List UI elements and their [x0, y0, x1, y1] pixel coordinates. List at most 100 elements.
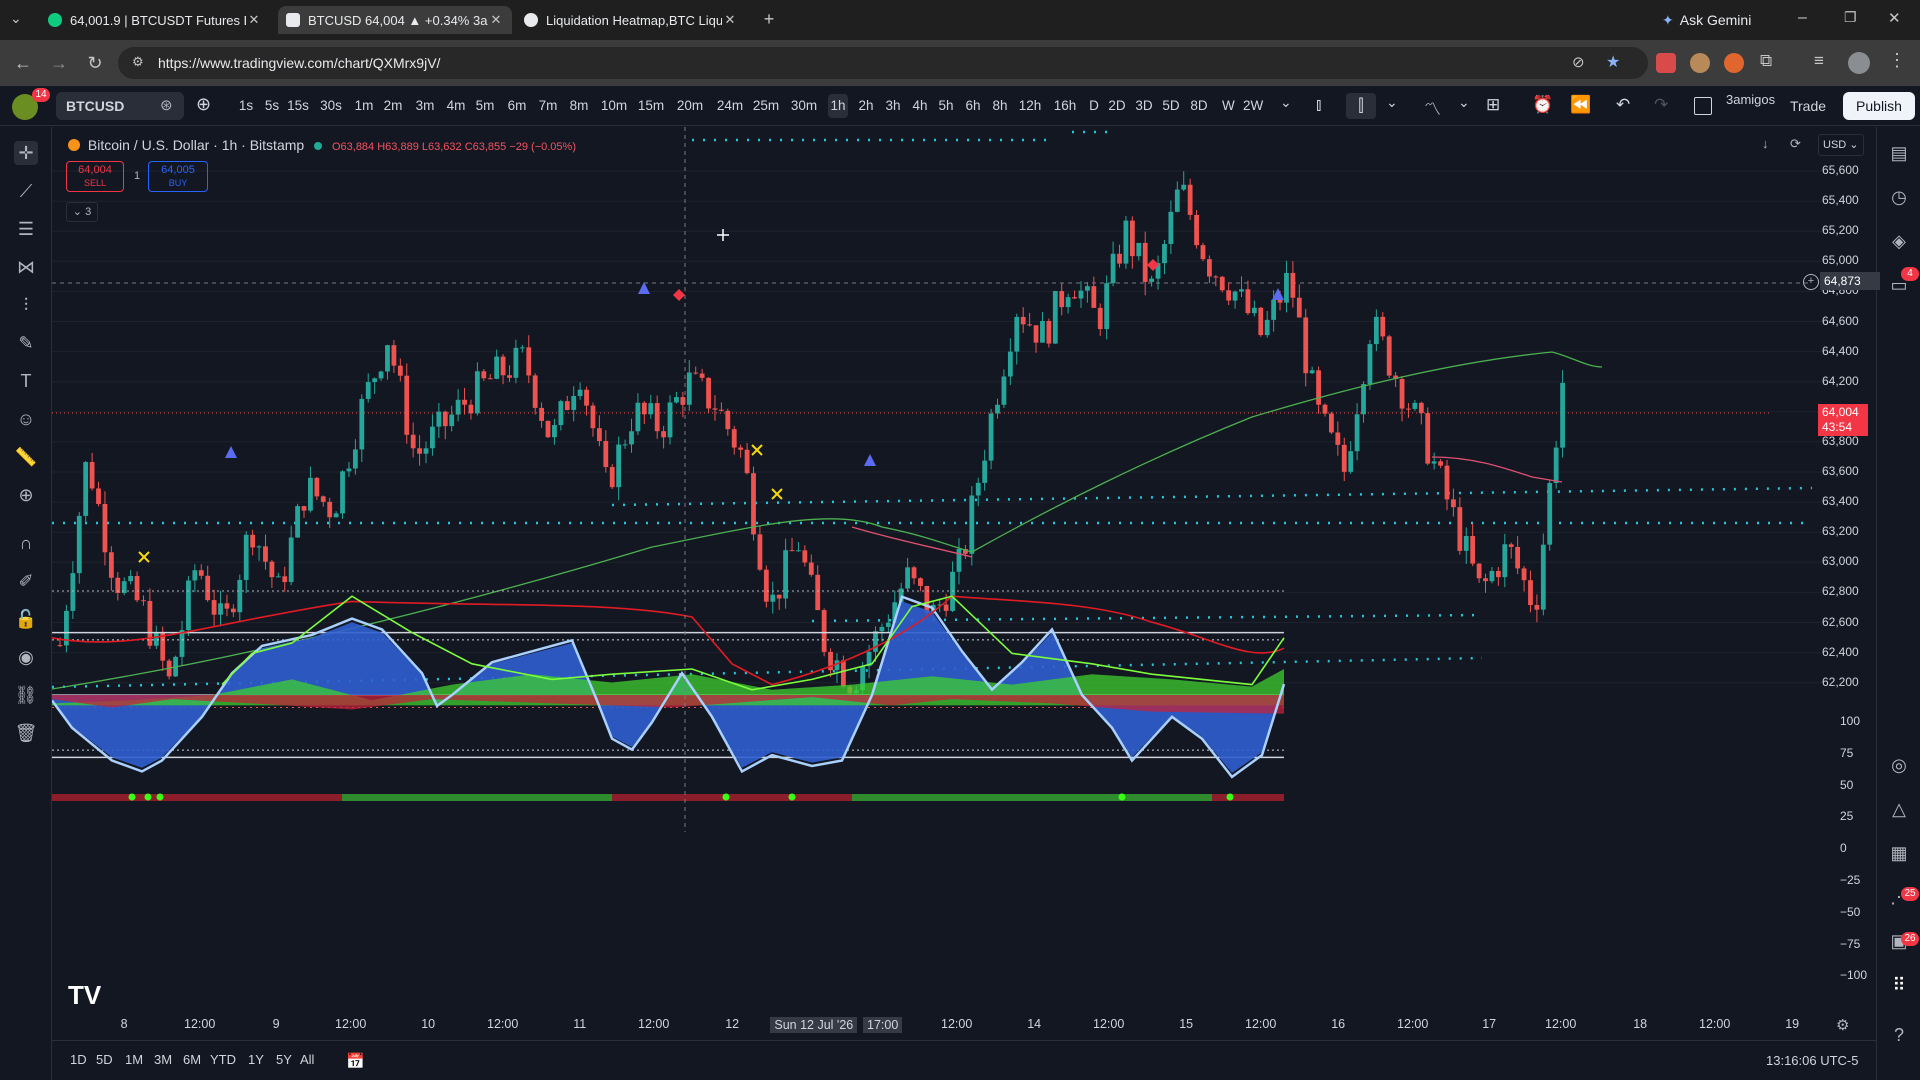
range-1m[interactable]: 1M [125, 1052, 143, 1067]
profile-avatar[interactable] [1848, 52, 1870, 74]
text-icon[interactable]: T [14, 369, 38, 393]
chart-canvas[interactable] [52, 127, 1876, 1040]
timeframe-5s[interactable]: 5s [262, 94, 282, 118]
pattern-icon[interactable]: ⋈ [14, 255, 38, 279]
tab-search-chevron-icon[interactable]: ⌄ [10, 10, 22, 27]
browser-tab-1[interactable]: 64,001.9 | BTCUSDT Futures Exch ✕ [40, 6, 270, 34]
extension-icon[interactable] [1690, 53, 1710, 73]
timeframe-6m[interactable]: 6m [507, 94, 527, 118]
extension-icon[interactable] [1656, 53, 1676, 73]
timeframe-1h[interactable]: 1h [828, 94, 848, 118]
bar-style-icon[interactable]: ⫾ [1316, 95, 1321, 115]
extension-icon[interactable] [1724, 53, 1744, 73]
undo-icon[interactable]: ↶ [1616, 95, 1630, 115]
currency-selector[interactable]: USD ⌄ [1818, 134, 1864, 156]
trash-icon[interactable]: 🗑 [14, 721, 38, 745]
reload-icon[interactable]: ↻ [84, 52, 106, 74]
timeframe-1m[interactable]: 1m [354, 94, 374, 118]
legend-title[interactable]: Bitcoin / U.S. Dollar · 1h · Bitstamp [88, 137, 304, 153]
link-icon[interactable]: ⛓ [14, 683, 38, 707]
timeframe-4h[interactable]: 4h [910, 94, 930, 118]
timeframe-3D[interactable]: 3D [1134, 94, 1154, 118]
timezone-clock[interactable]: 13:16:06 UTC-5 [1766, 1053, 1859, 1068]
indicators-icon[interactable]: 〽 [1424, 95, 1441, 120]
timeframe-6h[interactable]: 6h [963, 94, 983, 118]
timeframe-2D[interactable]: 2D [1107, 94, 1127, 118]
publish-button[interactable]: Publish [1843, 92, 1915, 120]
zoom-icon[interactable]: ⊕ [14, 483, 38, 507]
ruler-icon[interactable]: 📏 [14, 445, 38, 469]
back-arrow-icon[interactable]: ← [12, 52, 34, 74]
timeframe-8m[interactable]: 8m [569, 94, 589, 118]
timeframe-7m[interactable]: 7m [538, 94, 558, 118]
scroll-to-latest-icon[interactable]: ↓ [1762, 136, 1769, 151]
date-range-calendar-icon[interactable]: 📅 [346, 1052, 365, 1070]
timeframe-3m[interactable]: 3m [415, 94, 435, 118]
minimize-icon[interactable]: – [1798, 9, 1807, 27]
timeframe-W[interactable]: W [1222, 94, 1235, 118]
timeframe-1s[interactable]: 1s [236, 94, 256, 118]
trendline-icon[interactable]: ⟋ [14, 179, 38, 203]
timeframe-10m[interactable]: 10m [599, 94, 629, 118]
timeframe-5D[interactable]: 5D [1161, 94, 1181, 118]
omnibox[interactable]: ⚙ https://www.tradingview.com/chart/QXMr… [118, 47, 1648, 79]
browser-tab-2[interactable]: BTCUSD 64,004 ▲ +0.34% 3am ✕ [278, 6, 512, 34]
calendar-icon[interactable]: ▦ [1887, 841, 1911, 865]
timeframe-2h[interactable]: 2h [856, 94, 876, 118]
stay-drawing-icon[interactable]: ✐ [14, 569, 38, 593]
alerts-clock-icon[interactable]: ◷ [1887, 185, 1911, 209]
target-icon[interactable]: ◎ [1887, 753, 1911, 777]
layout-square-icon[interactable] [1694, 97, 1712, 115]
apps-grid-icon[interactable]: ⠿ [1887, 973, 1911, 997]
range-all[interactable]: All [300, 1052, 314, 1067]
range-6m[interactable]: 6M [183, 1052, 201, 1067]
range-5d[interactable]: 5D [96, 1052, 113, 1067]
watchlist-icon[interactable]: ▤ [1887, 141, 1911, 165]
indicators-collapse-toggle[interactable]: ⌄ 3 [66, 202, 98, 222]
new-tab-plus-icon[interactable]: + [758, 9, 780, 31]
layout-name[interactable]: 3amigos [1726, 92, 1778, 107]
extensions-puzzle-icon[interactable]: ⧉ [1760, 51, 1772, 71]
timeframe-16h[interactable]: 16h [1050, 94, 1080, 118]
close-icon[interactable]: ✕ [246, 12, 262, 28]
horizontal-lines-icon[interactable]: ☰ [14, 217, 38, 241]
timeframe-15m[interactable]: 15m [636, 94, 666, 118]
magnet-icon[interactable]: ∩ [14, 531, 38, 555]
chart-settings-gear-icon[interactable]: ⚙ [1836, 1016, 1849, 1034]
timeframe-5h[interactable]: 5h [936, 94, 956, 118]
timeframe-2m[interactable]: 2m [383, 94, 403, 118]
brush-icon[interactable]: ✎ [14, 331, 38, 355]
close-icon[interactable]: ✕ [488, 12, 504, 28]
crosshair-icon[interactable]: ✛ [14, 141, 38, 165]
timeframe-4m[interactable]: 4m [446, 94, 466, 118]
timeframe-8h[interactable]: 8h [990, 94, 1010, 118]
layers-icon[interactable]: ◈ [1887, 229, 1911, 253]
ideas-icon[interactable]: △ [1887, 797, 1911, 821]
timeframe-30s[interactable]: 30s [316, 94, 346, 118]
chart-type-dropdown-icon[interactable]: ⌄ [1386, 94, 1398, 111]
bookmark-star-icon[interactable]: ★ [1606, 52, 1620, 72]
no-tracking-icon[interactable]: ⊘ [1572, 53, 1585, 71]
emoji-icon[interactable]: ☺ [14, 407, 38, 431]
media-controls-icon[interactable]: ≡ [1814, 51, 1824, 71]
timeframe-2W[interactable]: 2W [1243, 94, 1263, 118]
sync-icon[interactable]: ⟳ [1790, 136, 1801, 152]
symbol-search[interactable]: BTCUSD ⊛ [56, 92, 184, 120]
timeframe-20m[interactable]: 20m [675, 94, 705, 118]
more-menu-icon[interactable]: ⋮ [1888, 50, 1906, 71]
symbol-watch-icon[interactable]: ⊛ [160, 96, 173, 114]
timeframe-D[interactable]: D [1089, 94, 1099, 118]
help-icon[interactable]: ? [1887, 1023, 1911, 1047]
url-text[interactable]: https://www.tradingview.com/chart/QXMrx9… [158, 55, 440, 71]
timeframe-15s[interactable]: 15s [283, 94, 313, 118]
replay-icon[interactable]: ⏪ [1570, 95, 1591, 115]
range-3m[interactable]: 3M [154, 1052, 172, 1067]
range-1y[interactable]: 1Y [248, 1052, 264, 1067]
restore-icon[interactable]: ❐ [1844, 9, 1857, 26]
timeframe-dropdown-icon[interactable]: ⌄ [1280, 94, 1292, 111]
forward-arrow-icon[interactable]: → [48, 52, 70, 74]
timeframe-30m[interactable]: 30m [789, 94, 819, 118]
range-ytd[interactable]: YTD [210, 1052, 236, 1067]
window-close-icon[interactable]: ✕ [1888, 9, 1901, 27]
site-info-icon[interactable]: ⚙ [132, 54, 144, 70]
